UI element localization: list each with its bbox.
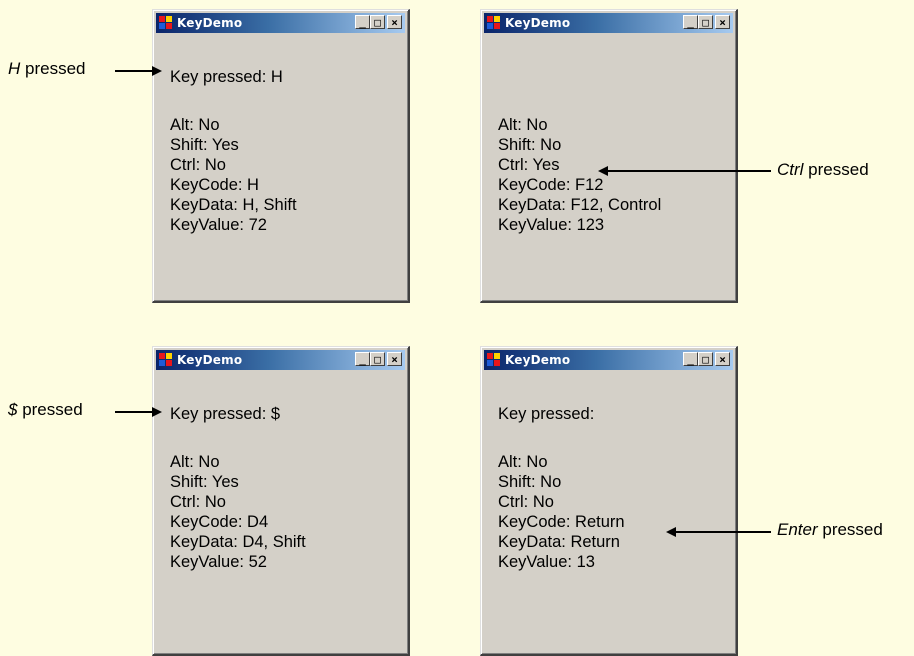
- close-button[interactable]: ×: [387, 352, 402, 366]
- arrow-head: [666, 527, 676, 537]
- app-icon: [159, 16, 173, 30]
- window-title: KeyDemo: [177, 16, 243, 30]
- arrow-head: [152, 66, 162, 76]
- title-bar[interactable]: KeyDemo _ □ ×: [156, 13, 405, 33]
- window-title: KeyDemo: [505, 353, 571, 367]
- keyvalue-label: KeyValue: 13: [498, 553, 595, 571]
- ctrl-label: Ctrl: Yes: [498, 156, 560, 174]
- close-button[interactable]: ×: [387, 15, 402, 29]
- title-bar[interactable]: KeyDemo _ □ ×: [156, 350, 405, 370]
- minimize-button[interactable]: _: [355, 352, 370, 366]
- arrow-head: [152, 407, 162, 417]
- keydata-label: KeyData: H, Shift: [170, 196, 297, 214]
- keyvalue-label: KeyValue: 72: [170, 216, 267, 234]
- minimize-button[interactable]: _: [683, 352, 698, 366]
- keydemo-window-2: KeyDemo _ □ × Alt: No Shift: No Ctrl: Ye…: [480, 9, 738, 303]
- keydata-label: KeyData: D4, Shift: [170, 533, 306, 551]
- alt-label: Alt: No: [498, 116, 548, 134]
- key-pressed-label: Key pressed:: [498, 405, 595, 423]
- maximize-button[interactable]: □: [370, 352, 385, 366]
- minimize-button[interactable]: _: [355, 15, 370, 29]
- keydemo-window-4: KeyDemo _ □ × Key pressed: Alt: No Shift…: [480, 346, 738, 656]
- ctrl-label: Ctrl: No: [170, 156, 226, 174]
- arrow-line: [115, 411, 153, 413]
- shift-label: Shift: No: [498, 473, 562, 491]
- window-title: KeyDemo: [505, 16, 571, 30]
- keycode-label: KeyCode: H: [170, 176, 259, 194]
- app-icon: [487, 353, 501, 367]
- alt-label: Alt: No: [170, 116, 220, 134]
- close-button[interactable]: ×: [715, 352, 730, 366]
- arrow-line: [115, 70, 153, 72]
- alt-label: Alt: No: [170, 453, 220, 471]
- keydemo-window-1: KeyDemo _ □ × Key pressed: H Alt: No Shi…: [152, 9, 410, 303]
- keydata-label: KeyData: Return: [498, 533, 620, 551]
- annotation-h-pressed: H pressed: [8, 59, 86, 78]
- ctrl-label: Ctrl: No: [498, 493, 554, 511]
- keydata-label: KeyData: F12, Control: [498, 196, 662, 214]
- key-pressed-label: [498, 67, 661, 87]
- annotation-ctrl-pressed: Ctrl pressed: [777, 160, 869, 179]
- ctrl-label: Ctrl: No: [170, 493, 226, 511]
- alt-label: Alt: No: [498, 453, 548, 471]
- maximize-button[interactable]: □: [698, 15, 713, 29]
- arrow-line: [676, 531, 771, 533]
- app-icon: [487, 16, 501, 30]
- window-title: KeyDemo: [177, 353, 243, 367]
- keycode-label: KeyCode: Return: [498, 513, 625, 531]
- shift-label: Shift: Yes: [170, 473, 239, 491]
- key-pressed-label: Key pressed: H: [170, 68, 283, 86]
- shift-label: Shift: Yes: [170, 136, 239, 154]
- title-bar[interactable]: KeyDemo _ □ ×: [484, 350, 733, 370]
- maximize-button[interactable]: □: [370, 15, 385, 29]
- keyvalue-label: KeyValue: 123: [498, 216, 605, 234]
- title-bar[interactable]: KeyDemo _ □ ×: [484, 13, 733, 33]
- keycode-label: KeyCode: D4: [170, 513, 269, 531]
- annotation-enter-pressed: Enter pressed: [777, 520, 883, 539]
- keydemo-window-3: KeyDemo _ □ × Key pressed: $ Alt: No Shi…: [152, 346, 410, 656]
- minimize-button[interactable]: _: [683, 15, 698, 29]
- maximize-button[interactable]: □: [698, 352, 713, 366]
- close-button[interactable]: ×: [715, 15, 730, 29]
- arrow-head: [598, 166, 608, 176]
- key-pressed-label: Key pressed: $: [170, 405, 281, 423]
- keyvalue-label: KeyValue: 52: [170, 553, 267, 571]
- keycode-label: KeyCode: F12: [498, 176, 604, 194]
- arrow-line: [608, 170, 771, 172]
- shift-label: Shift: No: [498, 136, 562, 154]
- annotation-dollar-pressed: $ pressed: [8, 400, 83, 419]
- app-icon: [159, 353, 173, 367]
